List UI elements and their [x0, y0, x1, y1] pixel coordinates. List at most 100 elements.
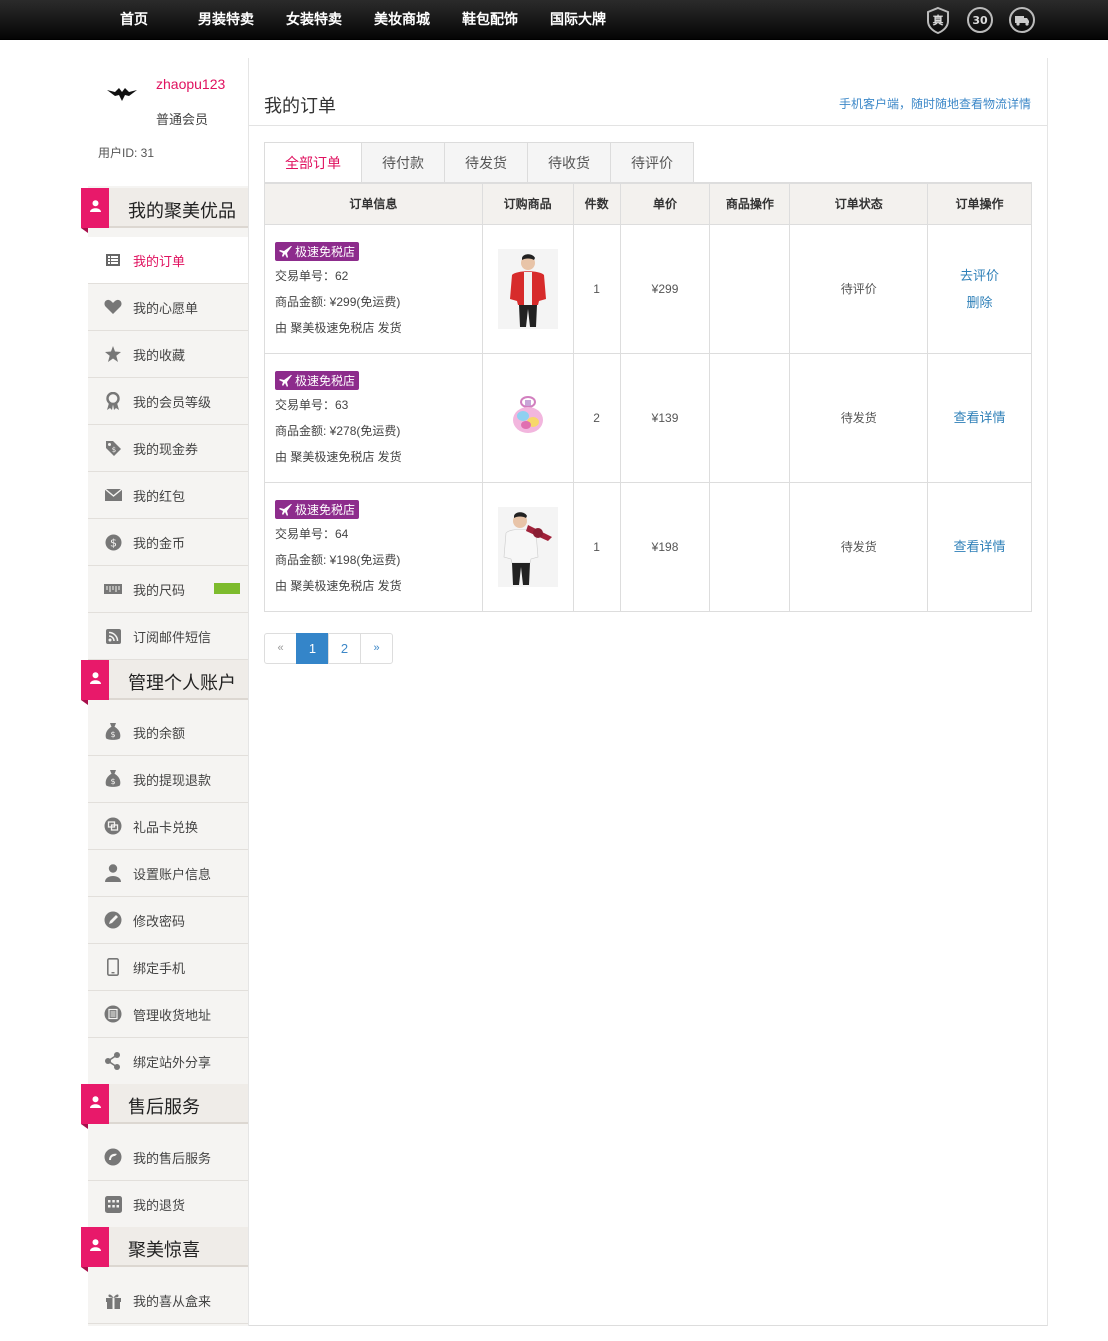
store-tag: 极速免税店 — [275, 241, 360, 261]
sidebar-item-coupons[interactable]: $ 我的现金券 — [88, 425, 248, 472]
tab-pending-shipment[interactable]: 待发货 — [445, 142, 528, 184]
sidebar-item-withdraw-refund[interactable]: $ 我的提现退款 — [88, 756, 248, 803]
sidebar-item-label: 我的尺码 — [133, 582, 186, 598]
sidebar-item-label: 礼品卡兑换 — [133, 819, 199, 835]
section-header-after-sales: 售后服务 — [81, 1084, 248, 1129]
section-header-account: 管理个人账户 — [81, 660, 248, 705]
user-icon — [90, 672, 101, 687]
order-actions-cell: 查看详情 — [927, 352, 1032, 483]
sidebar-item-coins[interactable]: $ 我的金币 — [88, 519, 248, 566]
nav-women[interactable]: 女装特卖 — [270, 0, 358, 40]
user-id: 用户ID: 31 — [98, 146, 155, 160]
tab-pending-review[interactable]: 待评价 — [611, 142, 694, 184]
sidebar-item-bind-share[interactable]: 绑定站外分享 — [88, 1038, 248, 1085]
prev-page-button[interactable]: « — [264, 633, 297, 664]
order-amount: 商品金额: ¥198(免运费) — [275, 552, 401, 567]
order-status: 待评价 — [789, 223, 929, 354]
product-actions-cell — [709, 352, 791, 483]
tab-pending-receipt[interactable]: 待收货 — [528, 142, 611, 184]
page-1-button[interactable]: 1 — [296, 633, 329, 664]
sidebar-item-favorites[interactable]: 我的收藏 — [88, 331, 248, 378]
view-details-link[interactable]: 查看详情 — [928, 533, 1031, 560]
nav-intl-brands[interactable]: 国际大牌 — [534, 0, 622, 40]
sidebar-item-sizes[interactable]: 我的尺码 — [88, 566, 248, 613]
col-order-actions: 订单操作 — [927, 182, 1032, 225]
sidebar-item-label: 设置账户信息 — [133, 866, 212, 882]
sidebar-item-label: 管理收货地址 — [133, 1007, 212, 1023]
person-icon — [104, 864, 122, 882]
tab-pending-payment[interactable]: 待付款 — [362, 142, 445, 184]
order-status: 待发货 — [789, 352, 929, 483]
envelope-icon — [104, 486, 122, 504]
product-image-white-shirt[interactable] — [497, 506, 558, 587]
nav-beauty[interactable]: 美妆商城 — [358, 0, 446, 40]
pagination: « 1 2 » — [264, 633, 393, 664]
page-title: 我的订单 — [264, 96, 336, 116]
sidebar-item-label: 绑定手机 — [133, 960, 186, 976]
main-content: 我的订单 手机客户端，随时随地查看物流详情 全部订单 待付款 待发货 待收货 待… — [249, 58, 1047, 1326]
nav-shoes-bags[interactable]: 鞋包配饰 — [446, 0, 534, 40]
sidebar-item-returns[interactable]: 我的退货 — [88, 1181, 248, 1228]
section-badge — [81, 1227, 109, 1272]
product-cell — [481, 352, 574, 483]
svg-text:$: $ — [111, 446, 115, 454]
sidebar-item-addresses[interactable]: 管理收货地址 — [88, 991, 248, 1038]
sidebar-item-bind-phone[interactable]: 绑定手机 — [88, 944, 248, 991]
phone-icon — [104, 958, 122, 976]
sidebar-item-label: 我的红包 — [133, 488, 186, 504]
sidebar-item-account-settings[interactable]: 设置账户信息 — [88, 850, 248, 897]
sidebar-item-member-level[interactable]: 我的会员等级 — [88, 378, 248, 425]
store-tag: 极速免税店 — [275, 499, 360, 519]
rss-icon — [104, 627, 122, 645]
order-amount: 商品金额: ¥278(免运费) — [275, 423, 401, 438]
plane-icon — [279, 503, 292, 516]
share-icon — [104, 1052, 122, 1070]
sidebar-item-change-password[interactable]: 修改密码 — [88, 897, 248, 944]
col-order-info: 订单信息 — [264, 182, 483, 225]
sidebar-item-label: 我的订单 — [133, 253, 186, 269]
next-page-button[interactable]: » — [360, 633, 393, 664]
section-header-my-jumei: 我的聚美优品 — [81, 188, 248, 233]
sidebar-item-label: 修改密码 — [133, 913, 186, 929]
new-flag-icon — [214, 583, 240, 594]
sidebar-item-wishlist[interactable]: 我的心愿单 — [88, 284, 248, 331]
nav-home[interactable]: 首页 — [104, 0, 182, 40]
quantity-cell: 1 — [572, 223, 621, 354]
sidebar-item-after-sales[interactable]: 我的售后服务 — [88, 1134, 248, 1181]
sidebar-item-label: 我的提现退款 — [133, 772, 212, 788]
order-number: 交易单号：62 — [275, 268, 349, 283]
section-header-surprise: 聚美惊喜 — [81, 1227, 248, 1272]
section-title: 管理个人账户 — [128, 673, 236, 693]
star-icon — [104, 345, 122, 363]
avatar[interactable] — [98, 70, 146, 118]
order-info-cell: 极速免税店 交易单号：64 商品金额: ¥198(免运费) 由 聚美极速免税店 … — [264, 481, 483, 612]
sidebar-item-balance[interactable]: $ 我的余额 — [88, 709, 248, 756]
product-image-perfume[interactable] — [497, 377, 558, 458]
sidebar-item-subscriptions[interactable]: 订阅邮件短信 — [88, 613, 248, 660]
sidebar-item-my-orders[interactable]: 我的订单 — [88, 237, 248, 284]
sidebar-item-red-packet[interactable]: 我的红包 — [88, 472, 248, 519]
username[interactable]: zhaopu123 — [156, 76, 225, 92]
order-info-cell: 极速免税店 交易单号：62 商品金额: ¥299(免运费) 由 聚美极速免税店 … — [264, 223, 483, 354]
page-2-button[interactable]: 2 — [328, 633, 361, 664]
nav-men[interactable]: 男装特卖 — [182, 0, 270, 40]
sidebar-item-gift-card[interactable]: 礼品卡兑换 — [88, 803, 248, 850]
svg-text:真: 真 — [933, 13, 944, 27]
review-link[interactable]: 去评价 — [928, 262, 1031, 289]
product-image-red-jacket[interactable] — [497, 248, 558, 329]
grid-icon — [104, 1195, 122, 1213]
service-icon — [104, 1148, 122, 1166]
product-cell — [481, 481, 574, 612]
sidebar-item-label: 我的喜从盒来 — [133, 1293, 212, 1309]
table-header-row: 订单信息 订购商品 件数 单价 商品操作 订单状态 订单操作 — [264, 182, 1032, 225]
sidebar-item-surprise-box[interactable]: 我的喜从盒来 — [88, 1277, 248, 1324]
sidebar: zhaopu123 普通会员 用户ID: 31 我的聚美优品 我的订单 我的心愿… — [81, 58, 249, 1326]
section-title: 聚美惊喜 — [128, 1240, 200, 1260]
view-details-link[interactable]: 查看详情 — [928, 404, 1031, 431]
order-number: 交易单号：64 — [275, 526, 349, 541]
sidebar-item-label: 我的现金券 — [133, 441, 199, 457]
sidebar-item-label: 订阅邮件短信 — [133, 629, 212, 645]
tab-all-orders[interactable]: 全部订单 — [264, 142, 362, 184]
delete-link[interactable]: 删除 — [928, 289, 1031, 316]
mobile-client-link[interactable]: 手机客户端，随时随地查看物流详情 — [839, 95, 1031, 112]
